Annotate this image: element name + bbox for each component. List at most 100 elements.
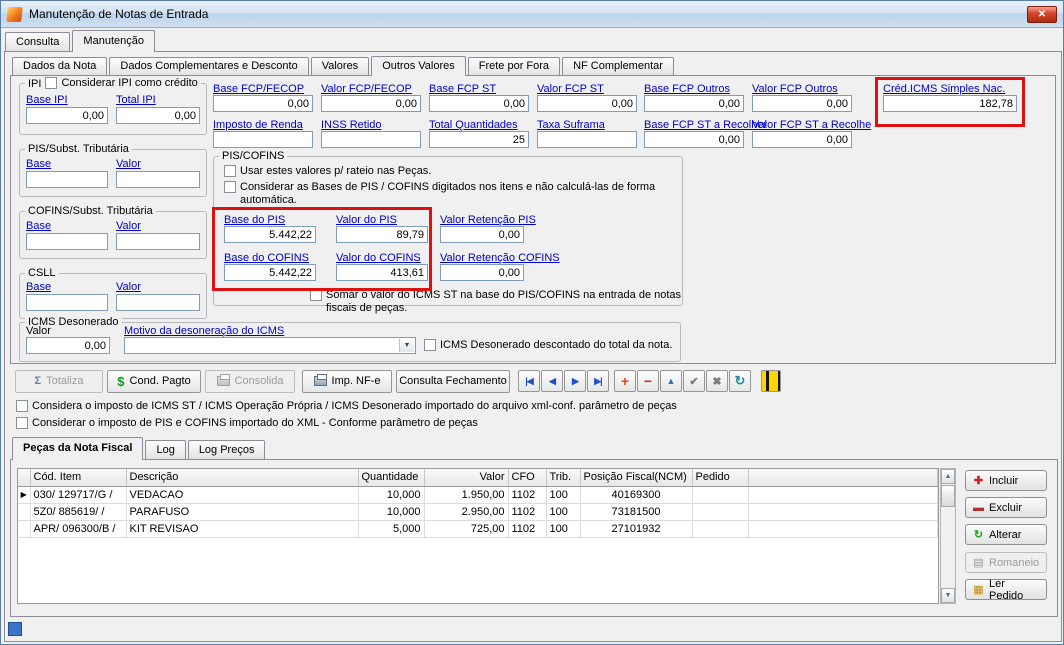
icms-xml-checkbox[interactable]: Considera o imposto de ICMS ST / ICMS Op…	[16, 400, 677, 413]
table-row[interactable]: ▶ 030/ 129717/G / VEDACAO 10,000 1.950,0…	[18, 486, 938, 503]
alterar-button[interactable]: ↻ Alterar	[965, 524, 1047, 545]
col-header-pedido[interactable]: Pedido	[692, 469, 748, 486]
cell-pedido	[692, 520, 748, 537]
incluir-button[interactable]: ✚ Incluir	[965, 470, 1047, 491]
somar-icms-st-checkbox[interactable]: Somar o valor do ICMS ST na base do PIS/…	[310, 289, 682, 315]
cell-cfo: 1102	[508, 486, 546, 503]
total-ipi-input[interactable]: 0,00	[116, 107, 200, 124]
valor-fcp-outros-input[interactable]: 0,00	[752, 95, 852, 112]
base-fcp-st-input[interactable]: 0,00	[429, 95, 529, 112]
taxa-suframa-input[interactable]	[537, 131, 637, 148]
tab-dados-complementares[interactable]: Dados Complementares e Desconto	[109, 57, 308, 75]
valor-fcp-fecop-input[interactable]: 0,00	[321, 95, 421, 112]
excluir-button[interactable]: ▬ Excluir	[965, 497, 1047, 518]
checkbox-box[interactable]	[224, 181, 236, 193]
tab-nf-complementar[interactable]: NF Complementar	[562, 57, 674, 75]
tab-pecas-nota-fiscal[interactable]: Peças da Nota Fiscal	[12, 437, 143, 460]
base-fcp-outros-input[interactable]: 0,00	[644, 95, 744, 112]
valor-retencao-pis-input[interactable]: 0,00	[440, 226, 524, 243]
total-quantidades-input[interactable]: 25	[429, 131, 529, 148]
checkbox-box[interactable]	[45, 77, 57, 89]
vertical-scrollbar[interactable]: ▲ ▼	[940, 468, 956, 604]
pis-subst-valor-input[interactable]	[116, 171, 200, 188]
refresh-button[interactable]: ↻	[729, 370, 751, 392]
checkbox-box[interactable]	[310, 289, 322, 301]
col-header-valor[interactable]: Valor	[424, 469, 508, 486]
nav-first-button[interactable]: |◀	[518, 370, 540, 392]
chevron-down-icon[interactable]: ▼	[399, 339, 414, 352]
checkbox-box[interactable]	[16, 400, 28, 412]
valor-fcp-outros-label: Valor FCP Outros	[752, 83, 838, 95]
nav-last-button[interactable]: ▶|	[587, 370, 609, 392]
cred-icms-input[interactable]: 182,78	[883, 95, 1017, 112]
insert-record-button[interactable]: +	[614, 370, 636, 392]
title-bar[interactable]: Manutenção de Notas de Entrada ✕	[1, 1, 1063, 28]
tab-valores[interactable]: Valores	[311, 57, 369, 75]
tab-consulta[interactable]: Consulta	[5, 32, 70, 51]
base-ipi-input[interactable]: 0,00	[26, 107, 108, 124]
edit-record-button[interactable]: ▲	[660, 370, 682, 392]
col-header-trib[interactable]: Trib.	[546, 469, 580, 486]
base-pis-input[interactable]: 5.442,22	[224, 226, 316, 243]
icms-desonerado-valor-input[interactable]: 0,00	[26, 337, 110, 354]
csll-valor-input[interactable]	[116, 294, 200, 311]
valor-cofins-input[interactable]: 413,61	[336, 264, 428, 281]
ipi-credito-checkbox[interactable]: Considerar IPI como crédito	[45, 77, 197, 90]
tab-dados-da-nota[interactable]: Dados da Nota	[12, 57, 107, 75]
col-header-quantidade[interactable]: Quantidade	[358, 469, 424, 486]
table-row[interactable]: 5Z0/ 885619/ / PARAFUSO 10,000 2.950,00 …	[18, 503, 938, 520]
cancel-record-button[interactable]: ✖	[706, 370, 728, 392]
nav-prev-button[interactable]: ◀	[541, 370, 563, 392]
scrollbar-thumb[interactable]	[941, 485, 955, 507]
manutencao-panel: Dados da Nota Dados Complementares e Des…	[4, 51, 1062, 642]
outros-valores-panel: IPI Considerar IPI como crédito Base IPI…	[10, 75, 1056, 364]
bases-digitadas-checkbox[interactable]: Considerar as Bases de PIS / COFINS digi…	[224, 181, 672, 207]
delete-record-button[interactable]: −	[637, 370, 659, 392]
tab-frete-por-fora[interactable]: Frete por Fora	[468, 57, 560, 75]
rateio-pecas-checkbox[interactable]: Usar estes valores p/ rateio nas Peças.	[224, 165, 431, 178]
checkbox-box[interactable]	[224, 165, 236, 177]
col-header-descricao[interactable]: Descrição	[126, 469, 358, 486]
tab-log[interactable]: Log	[145, 440, 185, 459]
scroll-down-button[interactable]: ▼	[941, 588, 955, 603]
imp-nfe-button[interactable]: Imp. NF-e	[302, 370, 392, 393]
tab-outros-valores[interactable]: Outros Valores	[371, 56, 466, 76]
bases-digitadas-label: Considerar as Bases de PIS / COFINS digi…	[240, 181, 672, 207]
motivo-desoneracao-combobox[interactable]: ▼	[124, 337, 416, 354]
ler-pedido-button[interactable]: ▦ Ler Pedido	[965, 579, 1047, 600]
consulta-fechamento-button[interactable]: Consulta Fechamento	[396, 370, 510, 393]
post-record-button[interactable]: ✔	[683, 370, 705, 392]
tab-log-precos[interactable]: Log Preços	[188, 440, 266, 459]
cofins-subst-base-input[interactable]	[26, 233, 108, 250]
close-button[interactable]: ✕	[1027, 6, 1057, 23]
yellow-tool-button[interactable]	[761, 370, 781, 392]
cofins-subst-valor-input[interactable]	[116, 233, 200, 250]
base-fcp-fecop-input[interactable]: 0,00	[213, 95, 313, 112]
nav-next-button[interactable]: ▶	[564, 370, 586, 392]
cell-cod-item: APR/ 096300/B /	[30, 520, 126, 537]
col-header-cod-item[interactable]: Cód. Item	[30, 469, 126, 486]
csll-base-input[interactable]	[26, 294, 108, 311]
checkbox-box[interactable]	[424, 339, 436, 351]
inss-retido-input[interactable]	[321, 131, 421, 148]
cond-pagto-button[interactable]: $ Cond. Pagto	[107, 370, 201, 393]
imposto-renda-input[interactable]	[213, 131, 313, 148]
col-header-cfo[interactable]: CFO	[508, 469, 546, 486]
base-fcp-st-recolher-input[interactable]: 0,00	[644, 131, 744, 148]
tab-manutencao[interactable]: Manutenção	[72, 30, 155, 52]
checkbox-box[interactable]	[16, 417, 28, 429]
col-header-ncm[interactable]: Posição Fiscal(NCM)	[580, 469, 692, 486]
icms-desonerado-valor-label: Valor	[26, 325, 51, 337]
cell-valor: 1.950,00	[424, 486, 508, 503]
valor-fcp-st-input[interactable]: 0,00	[537, 95, 637, 112]
pis-subst-base-input[interactable]	[26, 171, 108, 188]
table-row[interactable]: APR/ 096300/B / KIT REVISAO 5,000 725,00…	[18, 520, 938, 537]
base-cofins-input[interactable]: 5.442,22	[224, 264, 316, 281]
pis-cofins-xml-checkbox[interactable]: Considerar o imposto de PIS e COFINS imp…	[16, 417, 478, 430]
valor-fcp-st-recolher-input[interactable]: 0,00	[752, 131, 852, 148]
valor-retencao-cofins-input[interactable]: 0,00	[440, 264, 524, 281]
romaneio-button: ▤ Romaneio	[965, 552, 1047, 573]
valor-pis-input[interactable]: 89,79	[336, 226, 428, 243]
scroll-up-button[interactable]: ▲	[941, 469, 955, 484]
icms-desonerado-descontado-checkbox[interactable]: ICMS Desonerado descontado do total da n…	[424, 339, 672, 352]
